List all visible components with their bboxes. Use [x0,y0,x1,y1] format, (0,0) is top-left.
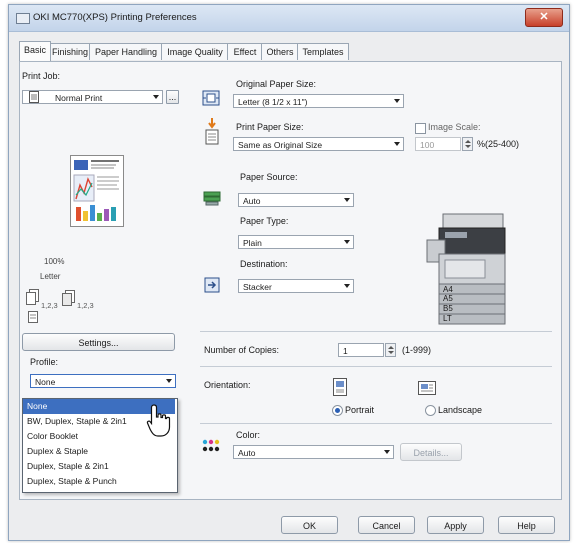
image-scale-stepper[interactable] [462,137,473,151]
print-job-more-button[interactable]: ... [166,90,179,104]
tab-image-quality[interactable]: Image Quality [161,43,229,60]
paper-tray-icon [203,191,221,206]
original-size-icon [202,90,220,106]
destination-label: Destination: [240,259,288,269]
paper-source-value: Auto [243,196,261,206]
copies-stepper[interactable] [385,343,396,357]
paper-type-select[interactable]: Plain [238,235,354,249]
chevron-down-icon [344,284,350,288]
pages-collate-icon [62,290,75,306]
copies-label: Number of Copies: [204,345,280,355]
preview-paper-size: Letter [40,272,61,281]
section-divider [200,423,552,424]
paper-type-label: Paper Type: [240,216,289,226]
chevron-down-icon [394,99,400,103]
close-button[interactable]: ✕ [525,8,563,27]
layout-order-a: 1,2,3 [41,301,58,310]
print-paper-size-label: Print Paper Size: [236,122,304,132]
profile-select[interactable]: None [30,374,176,388]
print-job-value: Normal Print [55,93,103,103]
print-size-icon [205,118,219,145]
original-paper-size-value: Letter (8 1/2 x 11") [238,97,308,107]
destination-value: Stacker [243,282,272,292]
paper-source-select[interactable]: Auto [238,193,354,207]
image-scale-checkbox[interactable] [415,123,426,134]
color-mode-icon [202,439,220,452]
image-scale-range: %(25-400) [477,139,520,149]
landscape-radio[interactable] [425,405,436,416]
ok-button[interactable]: OK [281,516,338,534]
print-paper-size-select[interactable]: Same as Original Size [233,137,404,151]
layout-order-b: 1,2,3 [77,301,94,310]
color-label: Color: [236,430,261,440]
color-value: Auto [238,448,256,458]
preview-zoom: 100% [44,257,65,266]
profile-option-duplex-staple[interactable]: Duplex & Staple [23,444,175,459]
help-button[interactable]: Help [498,516,555,534]
tab-others[interactable]: Others [261,43,299,60]
color-select[interactable]: Auto [233,445,394,459]
printer-image [426,213,506,325]
copies-input[interactable]: 1 [338,343,384,357]
landscape-icon [418,381,436,395]
image-scale-input[interactable]: 100 [415,137,461,151]
landscape-label: Landscape [438,405,483,415]
tab-templates[interactable]: Templates [297,43,349,60]
paper-type-value: Plain [243,238,262,248]
chevron-down-icon [344,240,350,244]
print-paper-size-value: Same as Original Size [238,140,323,150]
profile-option-duplex-staple-punch[interactable]: Duplex, Staple & Punch [23,474,175,489]
section-divider [200,366,552,367]
tab-finishing[interactable]: Finishing [49,43,91,60]
orientation-label: Orientation: [204,380,251,390]
tab-paper-handling[interactable]: Paper Handling [89,43,163,60]
portrait-radio[interactable] [332,405,343,416]
image-scale-label: Image Scale: [428,122,481,132]
pages-stack-icon [26,289,39,305]
profile-value: None [35,377,56,387]
tray-label-a4: A4 [443,285,453,294]
tab-effect[interactable]: Effect [227,43,263,60]
tray-label-b5: B5 [443,304,453,313]
chevron-down-icon [394,142,400,146]
destination-select[interactable]: Stacker [238,279,354,293]
print-job-label: Print Job: [22,71,61,81]
hand-cursor-icon [146,404,171,437]
copies-range: (1-999) [402,345,432,355]
document-icon [29,91,39,103]
profile-label: Profile: [30,357,59,367]
original-paper-size-label: Original Paper Size: [236,79,317,89]
output-tray-icon [204,277,220,293]
print-job-select[interactable]: Normal Print [22,90,163,104]
color-details-button[interactable]: Details... [400,443,462,461]
apply-button[interactable]: Apply [427,516,484,534]
tray-label-lt: LT [443,314,452,323]
title-bar: OKI MC770(XPS) Printing Preferences ✕ [9,5,569,32]
window-title: OKI MC770(XPS) Printing Preferences [33,12,197,23]
portrait-label: Portrait [345,405,375,415]
chevron-down-icon [166,379,172,383]
tray-label-a5: A5 [443,294,453,303]
tab-basic[interactable]: Basic [19,41,51,61]
chevron-down-icon [344,198,350,202]
settings-button[interactable]: Settings... [22,333,175,351]
paper-source-label: Paper Source: [240,172,298,182]
page-preview-thumbnail [70,155,124,227]
printer-app-icon [16,13,30,24]
original-paper-size-select[interactable]: Letter (8 1/2 x 11") [233,94,404,108]
profile-option-duplex-staple-2in1[interactable]: Duplex, Staple & 2in1 [23,459,175,474]
single-page-icon [28,311,38,323]
section-divider [200,331,552,332]
chevron-down-icon [384,450,390,454]
portrait-icon [333,378,347,396]
chevron-down-icon [153,95,159,99]
cancel-button[interactable]: Cancel [358,516,415,534]
